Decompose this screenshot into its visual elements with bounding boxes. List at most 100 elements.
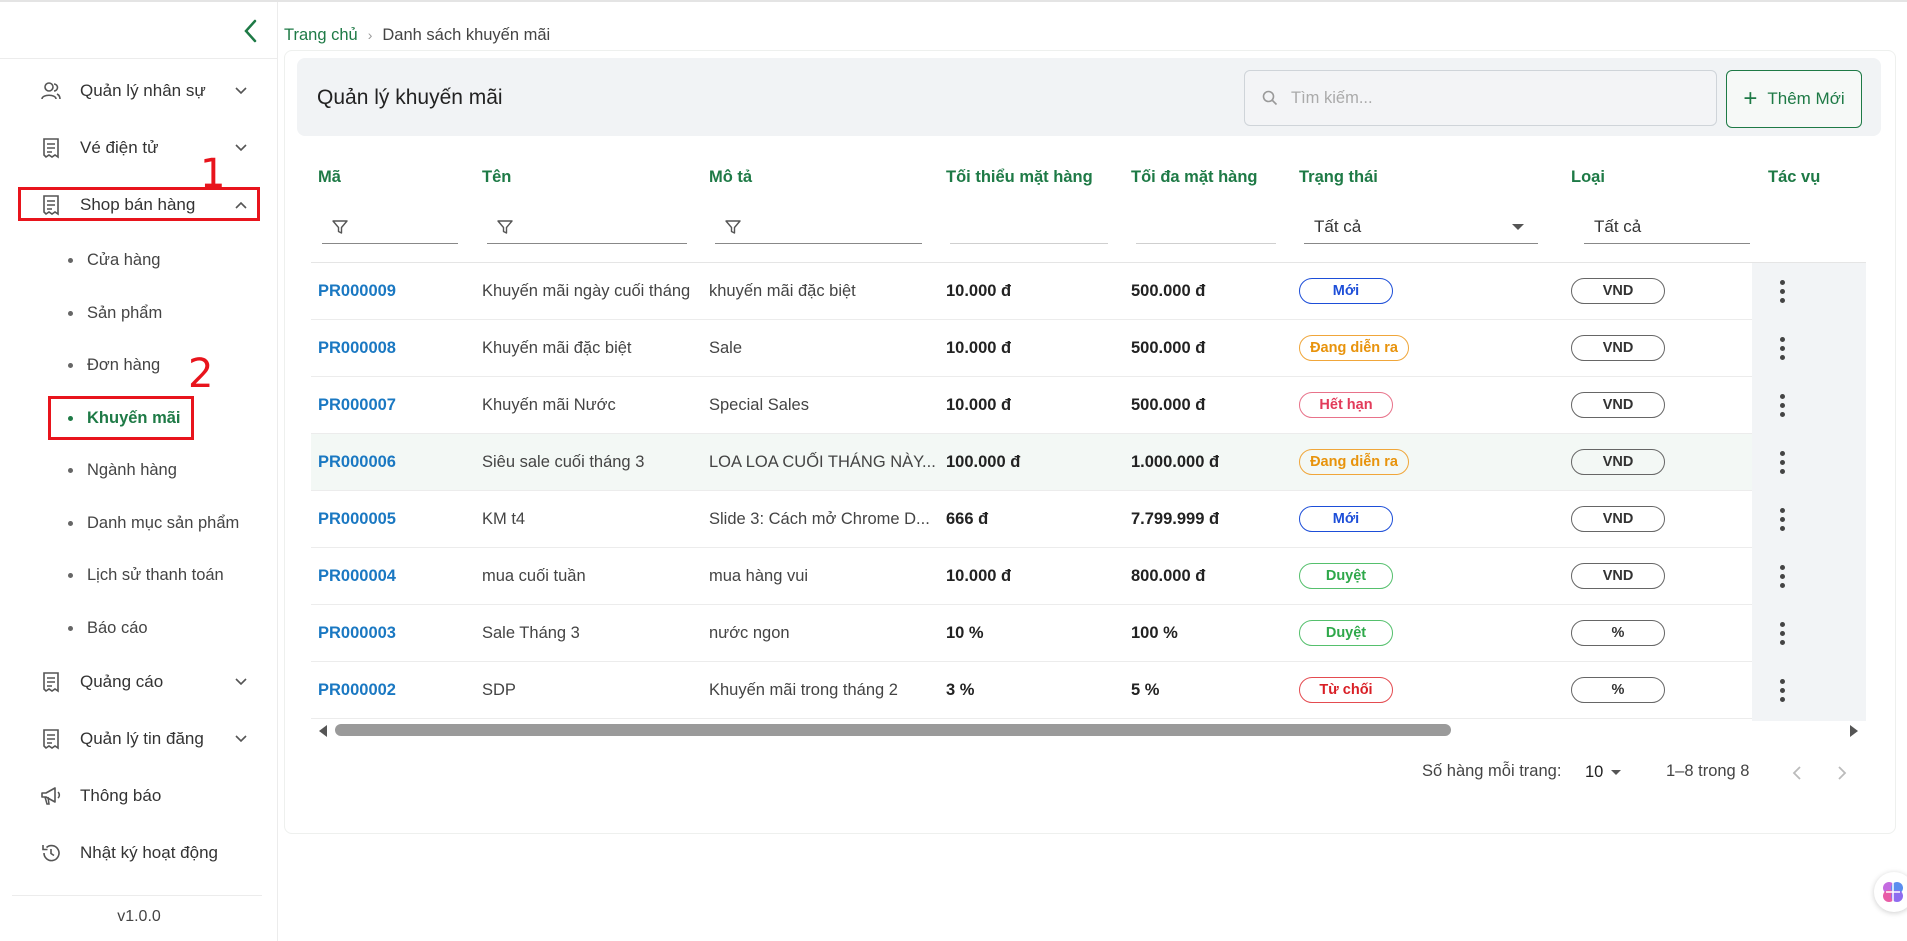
bullet [68,362,73,368]
breadcrumb-home-link[interactable]: Trang chủ [284,26,358,45]
breadcrumb: Trang chủ › Danh sách khuyến mãi [284,24,550,46]
column-header-status[interactable]: Trạng thái [1299,168,1378,187]
code-cell[interactable]: PR000004 [318,548,468,604]
min-items-filter[interactable] [950,210,1108,244]
next-page-button[interactable] [1829,760,1855,786]
code-filter[interactable] [322,210,458,244]
table-row[interactable]: PR000009 Khuyến mãi ngày cuối tháng khuyến… [311,263,1866,320]
row-actions-menu-button[interactable] [1762,548,1802,604]
type-badge: % [1571,677,1665,703]
sidebar-item-listings[interactable]: Quản lý tin đăng [18,720,260,758]
table-row[interactable]: PR000008 Khuyến mãi đặc biệt Sale 10.000 đ 5… [311,320,1866,377]
status-cell: Đang diễn ra [1299,434,1409,490]
column-header-code[interactable]: Mã [318,168,341,187]
megaphone-icon [40,785,62,807]
filter-icon [725,218,743,236]
table-row[interactable]: PR000002 SDP Khuyến mãi trong tháng 2 3 % 5 … [311,662,1866,719]
type-filter-select[interactable]: Tất cả [1584,210,1750,244]
table-row[interactable]: PR000005 KM t4 Slide 3: Cách mở Chrome D..… [311,491,1866,548]
sidebar-subitem-payment-history[interactable]: Lịch sử thanh toán [52,557,262,593]
name-cell: Sale Tháng 3 [482,623,580,642]
sidebar-subitem-promotions[interactable]: Khuyến mãi [52,400,262,436]
code-cell[interactable]: PR000006 [318,434,468,490]
code-cell[interactable]: PR000003 [318,605,468,661]
sidebar-subitem-orders[interactable]: Đơn hàng [52,347,262,383]
search-input[interactable] [1291,88,1691,108]
previous-page-button[interactable] [1784,760,1810,786]
row-actions-menu-button[interactable] [1762,434,1802,490]
more-vertical-icon [1779,573,1785,579]
sidebar-subitem-categories[interactable]: Danh mục sản phẩm [52,505,262,541]
sidebar-item-label: Quản lý tin đăng [80,729,204,748]
status-cell: Duyệt [1299,605,1393,661]
sidebar-item-e-ticket[interactable]: Vé điện tử [18,129,260,167]
sidebar-subitem-reports[interactable]: Báo cáo [52,610,262,646]
sidebar-item-shop[interactable]: Shop bán hàng [18,186,260,224]
sidebar-item-hr[interactable]: Quản lý nhân sự [18,72,260,110]
add-new-button[interactable]: + Thêm Mới [1726,70,1862,128]
status-filter-select[interactable]: Tất cả [1304,210,1538,244]
subitem-label: Lịch sử thanh toán [87,565,224,584]
app-version: v1.0.0 [117,908,161,925]
name-cell: SDP [482,680,516,699]
type-cell: VND [1571,263,1665,319]
row-actions-menu-button[interactable] [1762,263,1802,319]
name-cell: Siêu sale cuối tháng 3 [482,452,645,471]
more-vertical-icon [1779,288,1785,294]
column-header-name[interactable]: Tên [482,168,511,187]
name-filter[interactable] [487,210,687,244]
sidebar-item-notifications[interactable]: Thông báo [18,777,260,815]
bullet [68,467,73,473]
sidebar-item-ads[interactable]: Quảng cáo [18,663,260,701]
rows-per-page-select[interactable]: 10 [1585,760,1629,784]
horizontal-scrollbar[interactable] [311,722,1866,738]
code-cell[interactable]: PR000002 [318,662,468,718]
scroll-right-icon[interactable] [1850,725,1858,737]
table-row[interactable]: PR000003 Sale Tháng 3 nước ngon 10 % 100 % Du… [311,605,1866,662]
row-actions-menu-button[interactable] [1762,662,1802,718]
code-cell[interactable]: PR000008 [318,320,468,376]
code-cell[interactable]: PR000005 [318,491,468,547]
scroll-left-icon[interactable] [319,725,327,737]
column-header-max-items[interactable]: Tối đa mặt hàng [1131,168,1258,187]
row-actions-menu-button[interactable] [1762,377,1802,433]
sidebar-subitem-products[interactable]: Sản phẩm [52,295,262,331]
more-vertical-icon [1779,687,1785,693]
users-icon [40,80,62,102]
status-badge: Từ chối [1299,677,1393,703]
description-cell: nước ngon [709,623,790,642]
max-items-cell: 500.000 đ [1131,281,1206,300]
type-cell: VND [1571,377,1665,433]
status-badge: Hết hạn [1299,392,1393,418]
table-row[interactable]: PR000007 Khuyến mãi Nước Special Sales 10.0… [311,377,1866,434]
description-filter[interactable] [715,210,922,244]
sidebar-item-activity-log[interactable]: Nhật ký hoạt động [18,834,260,872]
type-badge: VND [1571,449,1665,475]
max-items-cell: 5 % [1131,680,1160,699]
row-actions-menu-button[interactable] [1762,320,1802,376]
sidebar-item-label: Shop bán hàng [80,195,196,214]
subitem-label: Ngành hàng [87,460,177,479]
sidebar-subitem-stores[interactable]: Cửa hàng [52,242,262,278]
search-box[interactable] [1244,70,1717,126]
sidebar-subitem-industries[interactable]: Ngành hàng [52,452,262,488]
table-row[interactable]: PR000004 mua cuối tuần mua hàng vui 10.000 … [311,548,1866,605]
description-cell: khuyến mãi đặc biệt [709,281,856,300]
code-cell[interactable]: PR000007 [318,377,468,433]
ai-assistant-button[interactable] [1874,872,1907,912]
chevron-up-icon [234,198,248,212]
table-row[interactable]: PR000006 Siêu sale cuối tháng 3 LOA LOA CU… [311,434,1866,491]
description-cell: LOA LOA CUỐI THÁNG NÀY... [709,452,936,471]
row-actions-menu-button[interactable] [1762,491,1802,547]
scrollbar-thumb[interactable] [335,724,1451,736]
description-cell: mua hàng vui [709,566,809,585]
code-cell[interactable]: PR000009 [318,263,468,319]
row-actions-menu-button[interactable] [1762,605,1802,661]
column-header-type[interactable]: Loại [1571,168,1605,187]
collapse-sidebar-button[interactable] [236,16,266,46]
max-items-cell: 7.799.999 đ [1131,509,1220,528]
column-header-description[interactable]: Mô tả [709,168,752,187]
sidebar-item-label: Quản lý nhân sự [80,81,206,100]
max-items-filter[interactable] [1136,210,1276,244]
column-header-min-items[interactable]: Tối thiểu mặt hàng [946,168,1093,187]
